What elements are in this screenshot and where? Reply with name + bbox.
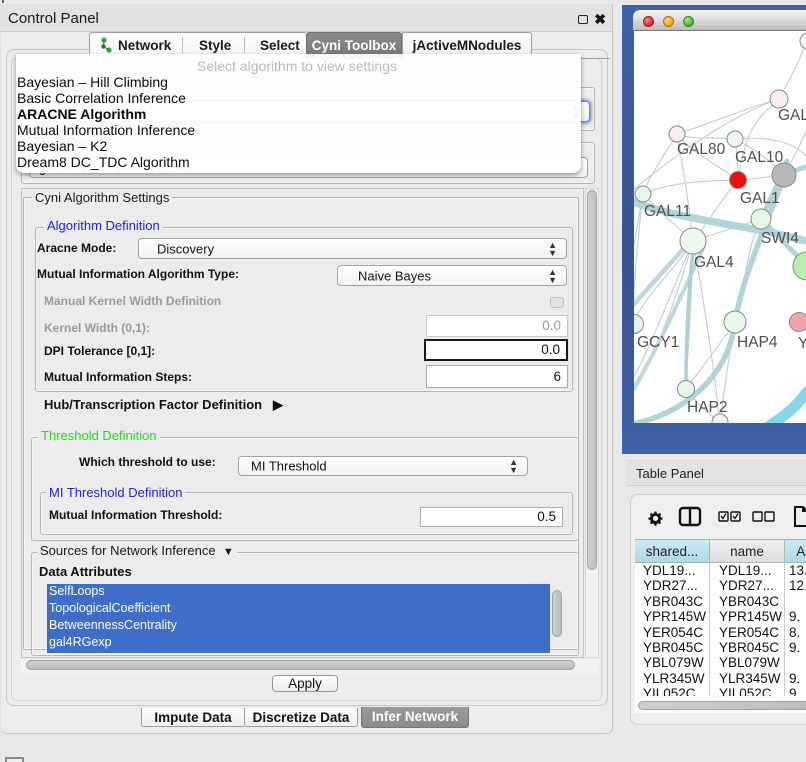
svg-text:GCY1: GCY1 [637,334,679,351]
svg-text:GAL11: GAL11 [644,203,691,220]
svg-text:Y: Y [798,335,806,352]
svg-text:HAP2: HAP2 [687,399,728,416]
svg-text:SWI4: SWI4 [761,230,799,247]
svg-text:GAL80: GAL80 [677,141,726,158]
svg-text:HAP4: HAP4 [737,334,778,351]
svg-text:GAL1: GAL1 [740,190,780,207]
svg-text:GAL: GAL [778,107,806,124]
svg-text:GAL10: GAL10 [735,149,784,166]
svg-text:GAL4: GAL4 [694,254,734,271]
